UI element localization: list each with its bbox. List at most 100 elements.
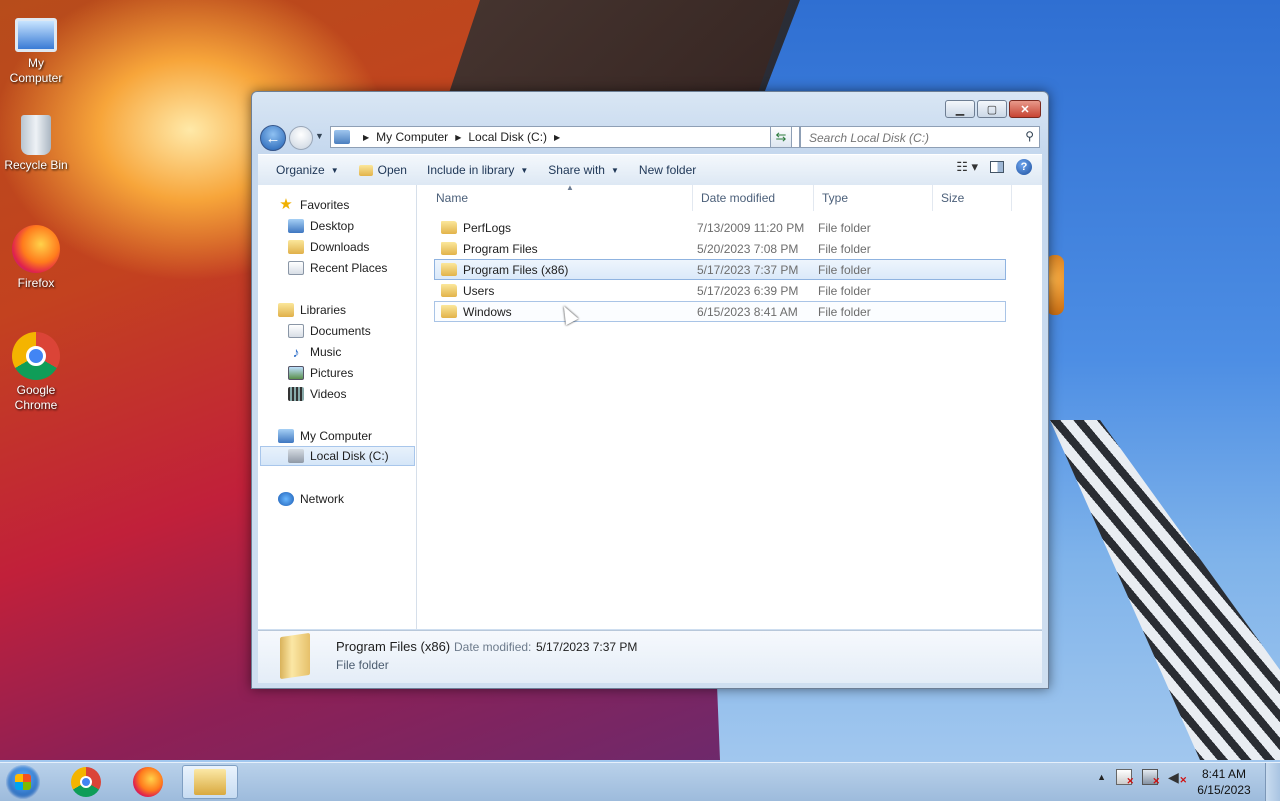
- desktop-icon-my-computer[interactable]: My Computer: [0, 10, 72, 86]
- film-strip-icon: [288, 387, 304, 401]
- recent-pages-dropdown[interactable]: ▼: [315, 131, 324, 141]
- close-button[interactable]: ✕: [1009, 100, 1041, 118]
- view-tools: ☷ ▾ ?: [956, 159, 1032, 175]
- sort-ascending-icon: ▲: [566, 183, 574, 192]
- nav-label: Local Disk (C:): [310, 449, 389, 463]
- nav-pictures[interactable]: Pictures: [288, 363, 353, 383]
- desktop-icon-label: Google Chrome: [14, 383, 58, 412]
- folder-open-icon: [358, 164, 373, 176]
- documents-icon: [288, 324, 304, 338]
- show-hidden-icons-icon[interactable]: ▲: [1097, 772, 1106, 782]
- chrome-icon: [71, 767, 101, 797]
- open-button[interactable]: Open: [349, 159, 417, 181]
- forward-button[interactable]: [289, 126, 313, 150]
- hard-drive-icon: [288, 449, 304, 463]
- breadcrumb-local-disk[interactable]: Local Disk (C:): [468, 130, 547, 144]
- nav-my-computer[interactable]: My Computer: [278, 426, 372, 446]
- view-options-icon[interactable]: ☷ ▾: [956, 159, 978, 175]
- volume-icon[interactable]: ◀: [1168, 769, 1187, 788]
- nav-network[interactable]: Network: [278, 489, 344, 509]
- file-row[interactable]: PerfLogs 7/13/2009 11:20 PM File folder: [434, 217, 1006, 238]
- pictures-icon: [288, 366, 304, 380]
- back-button[interactable]: ←: [260, 125, 286, 151]
- details-date-label: Date modified:: [454, 640, 532, 654]
- chevron-right-icon[interactable]: ▶: [455, 133, 461, 142]
- file-row-selected[interactable]: Program Files (x86) 5/17/2023 7:37 PM Fi…: [434, 259, 1006, 280]
- nav-videos[interactable]: Videos: [288, 384, 346, 404]
- explorer-body: ★ Favorites Desktop Downloads Recent Plac…: [258, 183, 1042, 629]
- file-row[interactable]: Users 5/17/2023 6:39 PM File folder: [434, 280, 1006, 301]
- file-name: Program Files (x86): [463, 262, 569, 277]
- nav-label: Music: [310, 345, 342, 359]
- chevron-right-icon[interactable]: ▶: [554, 133, 560, 142]
- music-note-icon: ♪: [292, 344, 300, 360]
- help-icon[interactable]: ?: [1016, 159, 1032, 175]
- nav-label: Downloads: [310, 240, 370, 254]
- taskbar-firefox[interactable]: [120, 765, 176, 799]
- open-label: Open: [377, 163, 407, 177]
- file-date: 5/20/2023 7:08 PM: [697, 241, 799, 256]
- nav-label: Videos: [310, 387, 347, 401]
- organize-button[interactable]: Organize ▼: [266, 159, 349, 181]
- column-header-date[interactable]: Date modified: [693, 185, 814, 211]
- clock[interactable]: 8:41 AM 6/15/2023: [1192, 766, 1256, 798]
- address-bar[interactable]: ▶ My Computer ▶ Local Disk (C:) ▶ ▼: [330, 126, 800, 148]
- chevron-down-icon: ▼: [330, 165, 339, 175]
- file-row[interactable]: Program Files 5/20/2023 7:08 PM File fol…: [434, 238, 1006, 259]
- taskbar-chrome[interactable]: [58, 765, 114, 799]
- desktop-icon-firefox[interactable]: Firefox: [0, 225, 72, 291]
- file-type: File folder: [818, 304, 871, 319]
- column-label: Type: [822, 191, 849, 205]
- clock-time: 8:41 AM: [1201, 767, 1247, 781]
- taskbar: ▲ ◀ 8:41 AM 6/15/2023: [0, 762, 1280, 801]
- libraries-icon: [278, 303, 294, 317]
- nav-label: Pictures: [310, 366, 354, 380]
- include-label: Include in library: [426, 163, 515, 177]
- show-desktop-button[interactable]: [1265, 763, 1280, 801]
- breadcrumb-my-computer[interactable]: My Computer: [376, 130, 448, 144]
- desktop-icon-chrome[interactable]: Google Chrome: [0, 332, 72, 413]
- nav-label: Favorites: [300, 198, 350, 212]
- minimize-button[interactable]: ▁: [945, 100, 975, 118]
- start-button[interactable]: [6, 765, 40, 799]
- desktop-icon-label: Recycle Bin: [4, 158, 68, 172]
- wallpaper-tower: [1050, 420, 1280, 760]
- nav-downloads[interactable]: Downloads: [288, 237, 369, 257]
- refresh-button[interactable]: ⇆: [770, 126, 792, 148]
- include-in-library-button[interactable]: Include in library ▼: [417, 159, 538, 181]
- network-status-icon[interactable]: [1142, 769, 1160, 787]
- desktop-icon-label: My Computer: [9, 56, 63, 85]
- share-with-button[interactable]: Share with ▼: [538, 159, 629, 181]
- chevron-down-icon: ▼: [610, 165, 619, 175]
- nav-recent-places[interactable]: Recent Places: [288, 258, 387, 278]
- nav-music[interactable]: ♪ Music: [288, 342, 342, 362]
- file-row-hovered[interactable]: Windows 6/15/2023 8:41 AM File folder: [434, 301, 1006, 322]
- folder-icon: [441, 242, 457, 255]
- chevron-right-icon[interactable]: ▶: [363, 133, 369, 142]
- nav-local-disk[interactable]: Local Disk (C:): [260, 446, 415, 466]
- search-input[interactable]: [807, 128, 1021, 148]
- explorer-icon: [194, 769, 226, 795]
- column-label: Size: [941, 191, 965, 205]
- column-header-name[interactable]: Name ▲: [428, 183, 693, 211]
- nav-label: Desktop: [310, 219, 355, 233]
- preview-pane-icon[interactable]: [990, 161, 1004, 173]
- desktop-icon: [288, 219, 304, 233]
- search-icon[interactable]: ⚲: [1025, 129, 1034, 143]
- details-name: Program Files (x86): [336, 639, 451, 654]
- nav-libraries[interactable]: Libraries: [278, 300, 346, 320]
- new-folder-button[interactable]: New folder: [629, 159, 706, 181]
- computer-icon: [334, 130, 350, 144]
- nav-documents[interactable]: Documents: [288, 321, 371, 341]
- maximize-button[interactable]: ▢: [977, 100, 1007, 118]
- navigation-pane: ★ Favorites Desktop Downloads Recent Plac…: [258, 185, 417, 629]
- taskbar-explorer[interactable]: [182, 765, 238, 799]
- desktop-icon-recycle-bin[interactable]: Recycle Bin: [0, 115, 72, 173]
- action-center-icon[interactable]: [1116, 769, 1134, 787]
- nav-desktop[interactable]: Desktop: [288, 216, 354, 236]
- recycle-bin-icon: [21, 115, 51, 155]
- column-header-type[interactable]: Type: [814, 185, 933, 211]
- column-header-size[interactable]: Size: [933, 185, 1012, 211]
- nav-favorites[interactable]: ★ Favorites: [278, 195, 349, 215]
- clock-date: 6/15/2023: [1197, 783, 1251, 797]
